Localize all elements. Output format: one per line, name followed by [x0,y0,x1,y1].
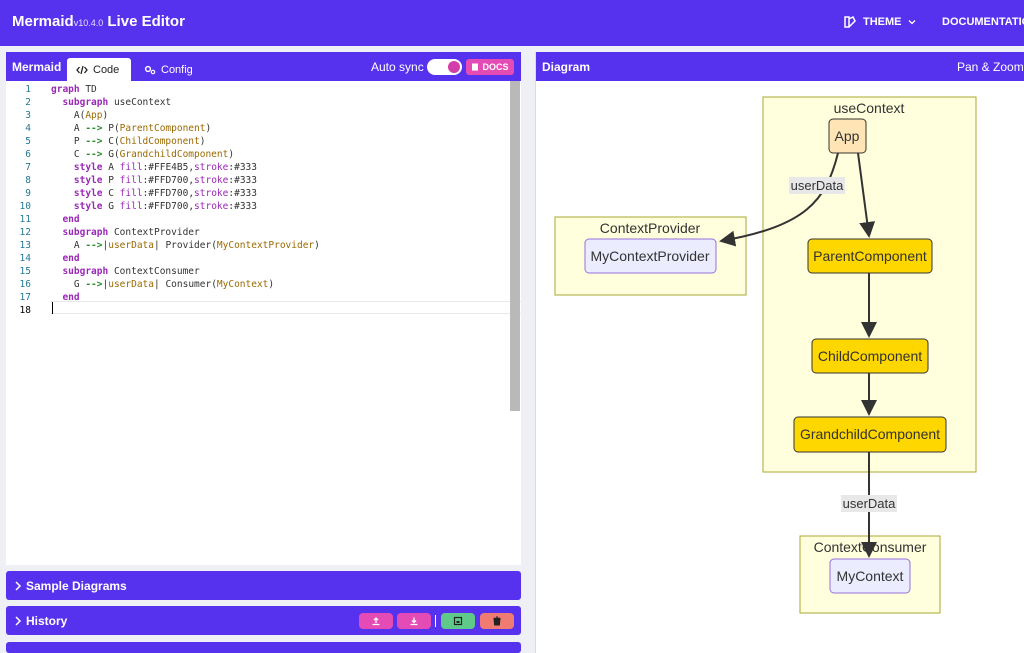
edge-label-grandchild-consumer: userData [843,496,897,511]
line-number: 10 [19,201,31,212]
palette-icon [844,15,856,28]
line-number: 15 [19,266,31,277]
line-number: 6 [25,149,31,160]
code-line[interactable]: subgraph useContext [51,96,171,109]
tab-config-label: Config [161,64,193,76]
gears-icon [144,65,156,75]
download-button[interactable] [397,613,431,629]
line-number: 4 [25,123,31,134]
save-icon [453,616,463,626]
history-label: History [26,614,68,628]
tab-code-label: Code [93,64,120,76]
line-number: 2 [25,97,31,108]
editor-panel-header: Mermaid Code Config Auto sync DOCS [6,52,521,82]
tab-code[interactable]: Code [67,58,131,82]
diagram-canvas[interactable]: useContext ContextProvider ContextConsum… [536,81,1024,653]
diagram-panel-header: Diagram Pan & Zoom [536,52,1024,81]
upload-button[interactable] [359,613,393,629]
subgraph-context-provider-label: ContextProvider [600,220,701,236]
docs-button-label: DOCS [482,62,509,72]
code-line[interactable]: P --> C(ChildComponent) [51,135,206,148]
node-provider-label: MyContextProvider [590,248,709,264]
diagram-panel-title: Diagram [542,60,591,74]
code-line[interactable]: G -->|userData| Consumer(MyContext) [51,278,274,291]
auto-sync-label: Auto sync [371,60,424,74]
code-line[interactable]: style C fill:#FFD700,stroke:#333 [51,187,257,200]
line-number: 18 [19,305,31,316]
app-name: Mermaid [12,13,74,30]
code-line[interactable]: A --> P(ParentComponent) [51,122,211,135]
top-navbar: Mermaidv10.4.0 Live Editor THEME DOCUMEN… [0,0,1024,46]
theme-label: THEME [863,16,902,28]
editor-panel-title: Mermaid [12,60,62,74]
line-number: 3 [25,110,31,121]
chevron-right-icon [15,616,22,626]
toggle-knob [448,61,460,73]
code-line[interactable]: C --> G(GrandchildComponent) [51,148,234,161]
editor-panel: Mermaid Code Config Auto sync DOCS 1 2 3… [6,52,521,565]
line-number: 17 [19,292,31,303]
node-parent-label: ParentComponent [813,248,927,264]
code-editor[interactable]: 1 2 3 4 5 6 7 8 9 10 11 12 13 14 15 16 1… [6,81,521,565]
book-icon [472,63,479,71]
delete-button[interactable] [480,613,514,629]
node-grandchild-label: GrandchildComponent [800,426,940,442]
sample-diagrams-accordion[interactable]: Sample Diagrams [6,571,521,600]
actions-accordion[interactable] [6,642,521,653]
line-number: 13 [19,240,31,251]
history-accordion[interactable]: History [6,606,521,635]
code-line[interactable]: style A fill:#FFE4B5,stroke:#333 [51,161,257,174]
code-line[interactable]: A -->|userData| Provider(MyContextProvid… [51,239,320,252]
code-line[interactable]: end [51,252,79,265]
code-line[interactable]: A(App) [51,109,108,122]
theme-button[interactable]: THEME [843,15,916,29]
code-line[interactable]: subgraph ContextProvider [51,226,199,239]
line-number: 1 [25,84,31,95]
node-child-label: ChildComponent [818,348,922,364]
download-icon [410,617,418,626]
save-button[interactable] [441,613,475,629]
code-line[interactable]: end [51,291,79,304]
line-number: 9 [25,188,31,199]
diagram-panel: Diagram Pan & Zoom useContext ContextPro… [535,52,1024,653]
documentation-link[interactable]: DOCUMENTATIO [942,16,1024,28]
code-line[interactable]: subgraph ContextConsumer [51,265,199,278]
current-line-highlight [51,301,521,314]
line-number: 16 [19,279,31,290]
mermaid-diagram: useContext ContextProvider ContextConsum… [554,96,977,614]
chevron-down-icon [908,20,915,25]
sample-diagrams-label: Sample Diagrams [26,579,127,593]
code-line[interactable]: style G fill:#FFD700,stroke:#333 [51,200,257,213]
pan-zoom-toggle[interactable]: Pan & Zoom [957,60,1024,74]
code-icon [76,65,88,75]
sample-diagrams-header: Sample Diagrams [14,579,127,593]
history-divider [435,615,436,627]
line-number: 8 [25,175,31,186]
edge-label-app-provider: userData [791,178,845,193]
line-number: 11 [19,214,31,225]
text-caret [52,302,53,314]
node-app-label: App [835,128,860,144]
auto-sync-toggle[interactable] [427,59,462,75]
subgraph-use-context-label: useContext [834,100,905,116]
node-consumer-label: MyContext [837,568,904,584]
code-line[interactable]: style P fill:#FFD700,stroke:#333 [51,174,257,187]
line-number: 12 [19,227,31,238]
history-header: History [14,614,67,628]
app-brand[interactable]: Mermaidv10.4.0 Live Editor [12,13,185,30]
app-title: Live Editor [107,13,185,30]
tab-config[interactable]: Config [135,58,202,82]
trash-icon [493,616,501,626]
line-number: 14 [19,253,31,264]
chevron-right-icon [15,581,22,591]
app-version: v10.4.0 [73,18,104,28]
code-line[interactable]: graph TD [51,83,97,96]
editor-scrollbar[interactable] [510,81,520,411]
subgraph-context-consumer-label: ContextConsumer [814,539,927,555]
line-number: 7 [25,162,31,173]
code-line[interactable]: end [51,213,79,226]
docs-button[interactable]: DOCS [466,59,514,75]
line-number: 5 [25,136,31,147]
upload-icon [372,617,380,626]
